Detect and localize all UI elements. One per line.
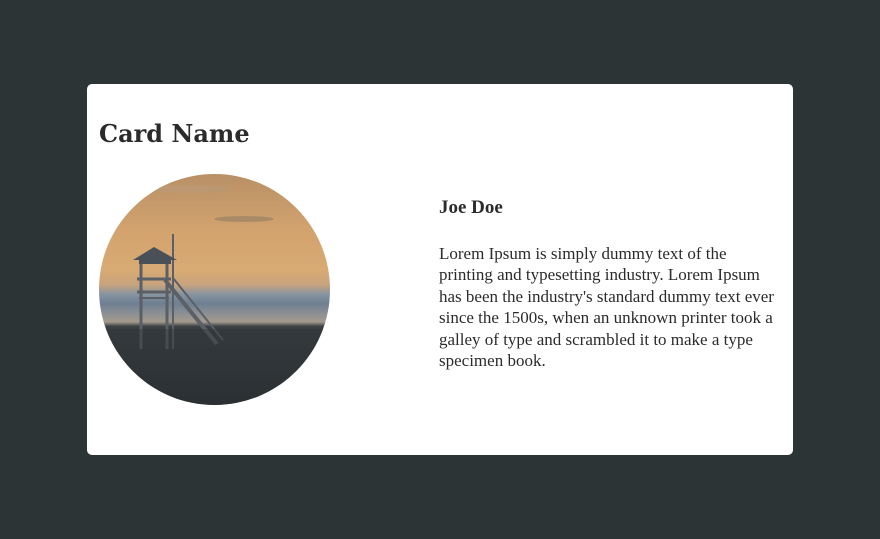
- profile-image: [99, 174, 330, 405]
- beach-lifeguard-tower-image: [99, 174, 330, 405]
- card-title: Card Name: [99, 119, 250, 148]
- profile-card: Card Name Joe Doe Lorem Ipsum is simply …: [87, 84, 793, 455]
- person-description: Lorem Ipsum is simply dummy text of the …: [439, 244, 774, 371]
- person-name: Joe Doe: [439, 197, 503, 218]
